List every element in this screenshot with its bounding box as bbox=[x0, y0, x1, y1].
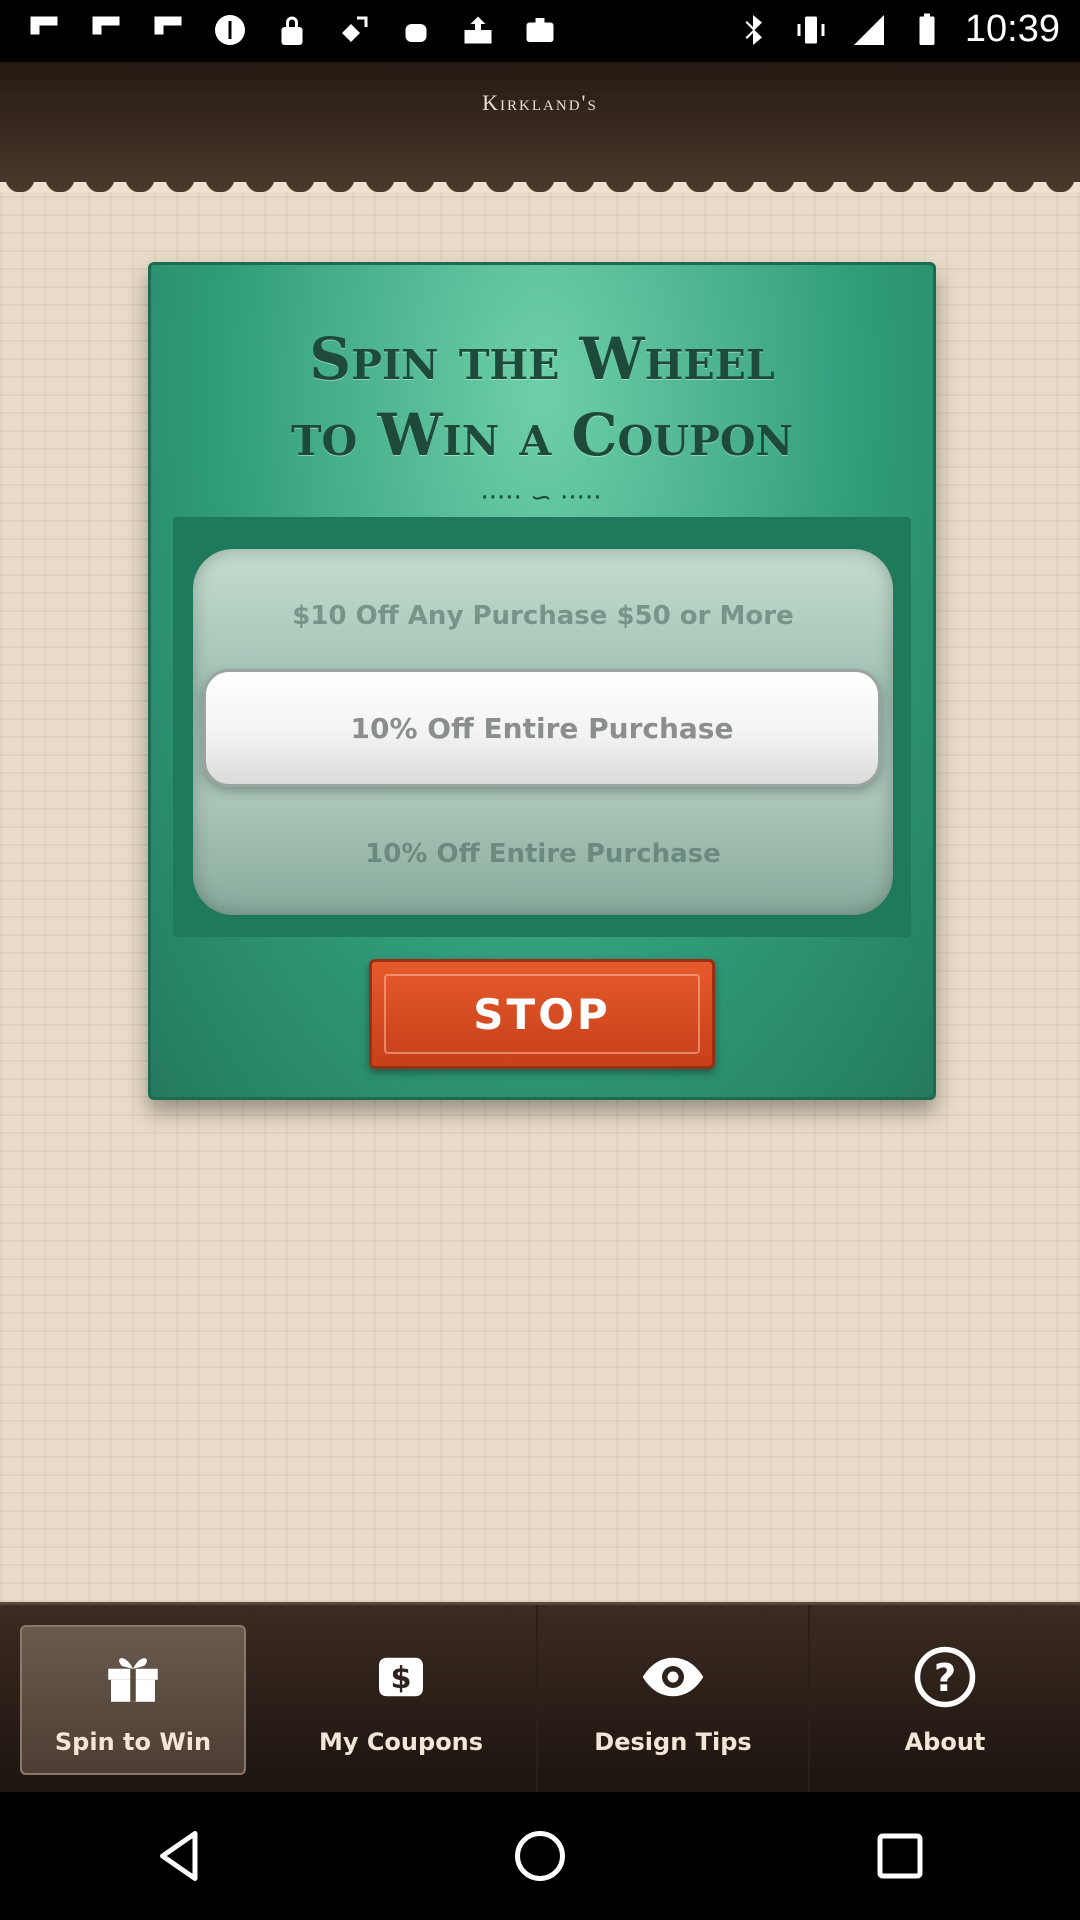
flipboard-icon bbox=[86, 10, 126, 50]
tab-label: Design Tips bbox=[594, 1728, 752, 1756]
tab-design-tips[interactable]: Design Tips bbox=[538, 1605, 810, 1795]
stop-button[interactable]: STOP bbox=[369, 959, 715, 1069]
satellite-icon bbox=[334, 10, 374, 50]
lock-icon bbox=[272, 10, 312, 50]
info-icon bbox=[210, 10, 250, 50]
battery-icon bbox=[907, 10, 947, 50]
back-button[interactable] bbox=[140, 1816, 220, 1896]
tab-label: My Coupons bbox=[318, 1728, 484, 1756]
android-icon bbox=[396, 10, 436, 50]
question-circle-icon: ? bbox=[912, 1644, 978, 1710]
tab-about[interactable]: ? About bbox=[810, 1605, 1080, 1795]
wheel-item-bottom: 10% Off Entire Purchase bbox=[365, 839, 721, 869]
eye-icon bbox=[640, 1644, 706, 1710]
system-status: 10:39 bbox=[733, 8, 1060, 51]
tab-spin-to-win[interactable]: Spin to Win bbox=[20, 1625, 246, 1775]
spin-wheel-card: Spin the Wheel to Win a Coupon ····· ∽ ·… bbox=[148, 262, 936, 1100]
gift-icon bbox=[100, 1644, 166, 1710]
card-title: Spin the Wheel to Win a Coupon bbox=[151, 321, 933, 473]
selected-coupon-label: 10% Off Entire Purchase bbox=[350, 711, 734, 745]
wheel-item-top: $10 Off Any Purchase $50 or More bbox=[292, 601, 794, 631]
title-line-1: Spin the Wheel bbox=[309, 325, 775, 393]
bottom-tab-bar: Spin to Win $ My Coupons Design Tips ? A… bbox=[0, 1602, 1080, 1795]
status-time: 10:39 bbox=[964, 8, 1060, 50]
tab-my-coupons[interactable]: $ My Coupons bbox=[266, 1605, 538, 1795]
signal-icon bbox=[849, 10, 889, 50]
status-bar: 10:39 bbox=[0, 0, 1080, 62]
notification-icons bbox=[24, 10, 560, 50]
tab-label: About bbox=[904, 1728, 986, 1756]
flipboard-icon bbox=[148, 10, 188, 50]
title-line-2: to Win a Coupon bbox=[290, 401, 794, 469]
home-icon bbox=[515, 1831, 565, 1881]
recents-icon bbox=[877, 1833, 923, 1879]
svg-text:$: $ bbox=[390, 1661, 411, 1696]
home-button[interactable] bbox=[500, 1816, 580, 1896]
briefcase-icon bbox=[520, 10, 560, 50]
download-box-icon bbox=[458, 10, 498, 50]
brand-logo: Kirkland's bbox=[482, 90, 598, 115]
vibrate-icon bbox=[791, 10, 831, 50]
tab-label: Spin to Win bbox=[54, 1728, 212, 1756]
svg-text:?: ? bbox=[934, 1656, 956, 1701]
flipboard-icon bbox=[24, 10, 64, 50]
app-header: Kirkland's bbox=[0, 62, 1080, 202]
system-navigation-bar bbox=[0, 1792, 1080, 1920]
dollar-tag-icon: $ bbox=[368, 1644, 434, 1710]
back-icon bbox=[160, 1831, 198, 1881]
ornament-divider: ····· ∽ ····· bbox=[480, 483, 602, 513]
recents-button[interactable] bbox=[860, 1816, 940, 1896]
stop-button-label: STOP bbox=[473, 989, 611, 1039]
wheel-selected-item: 10% Off Entire Purchase bbox=[203, 669, 881, 787]
bluetooth-icon bbox=[733, 10, 773, 50]
